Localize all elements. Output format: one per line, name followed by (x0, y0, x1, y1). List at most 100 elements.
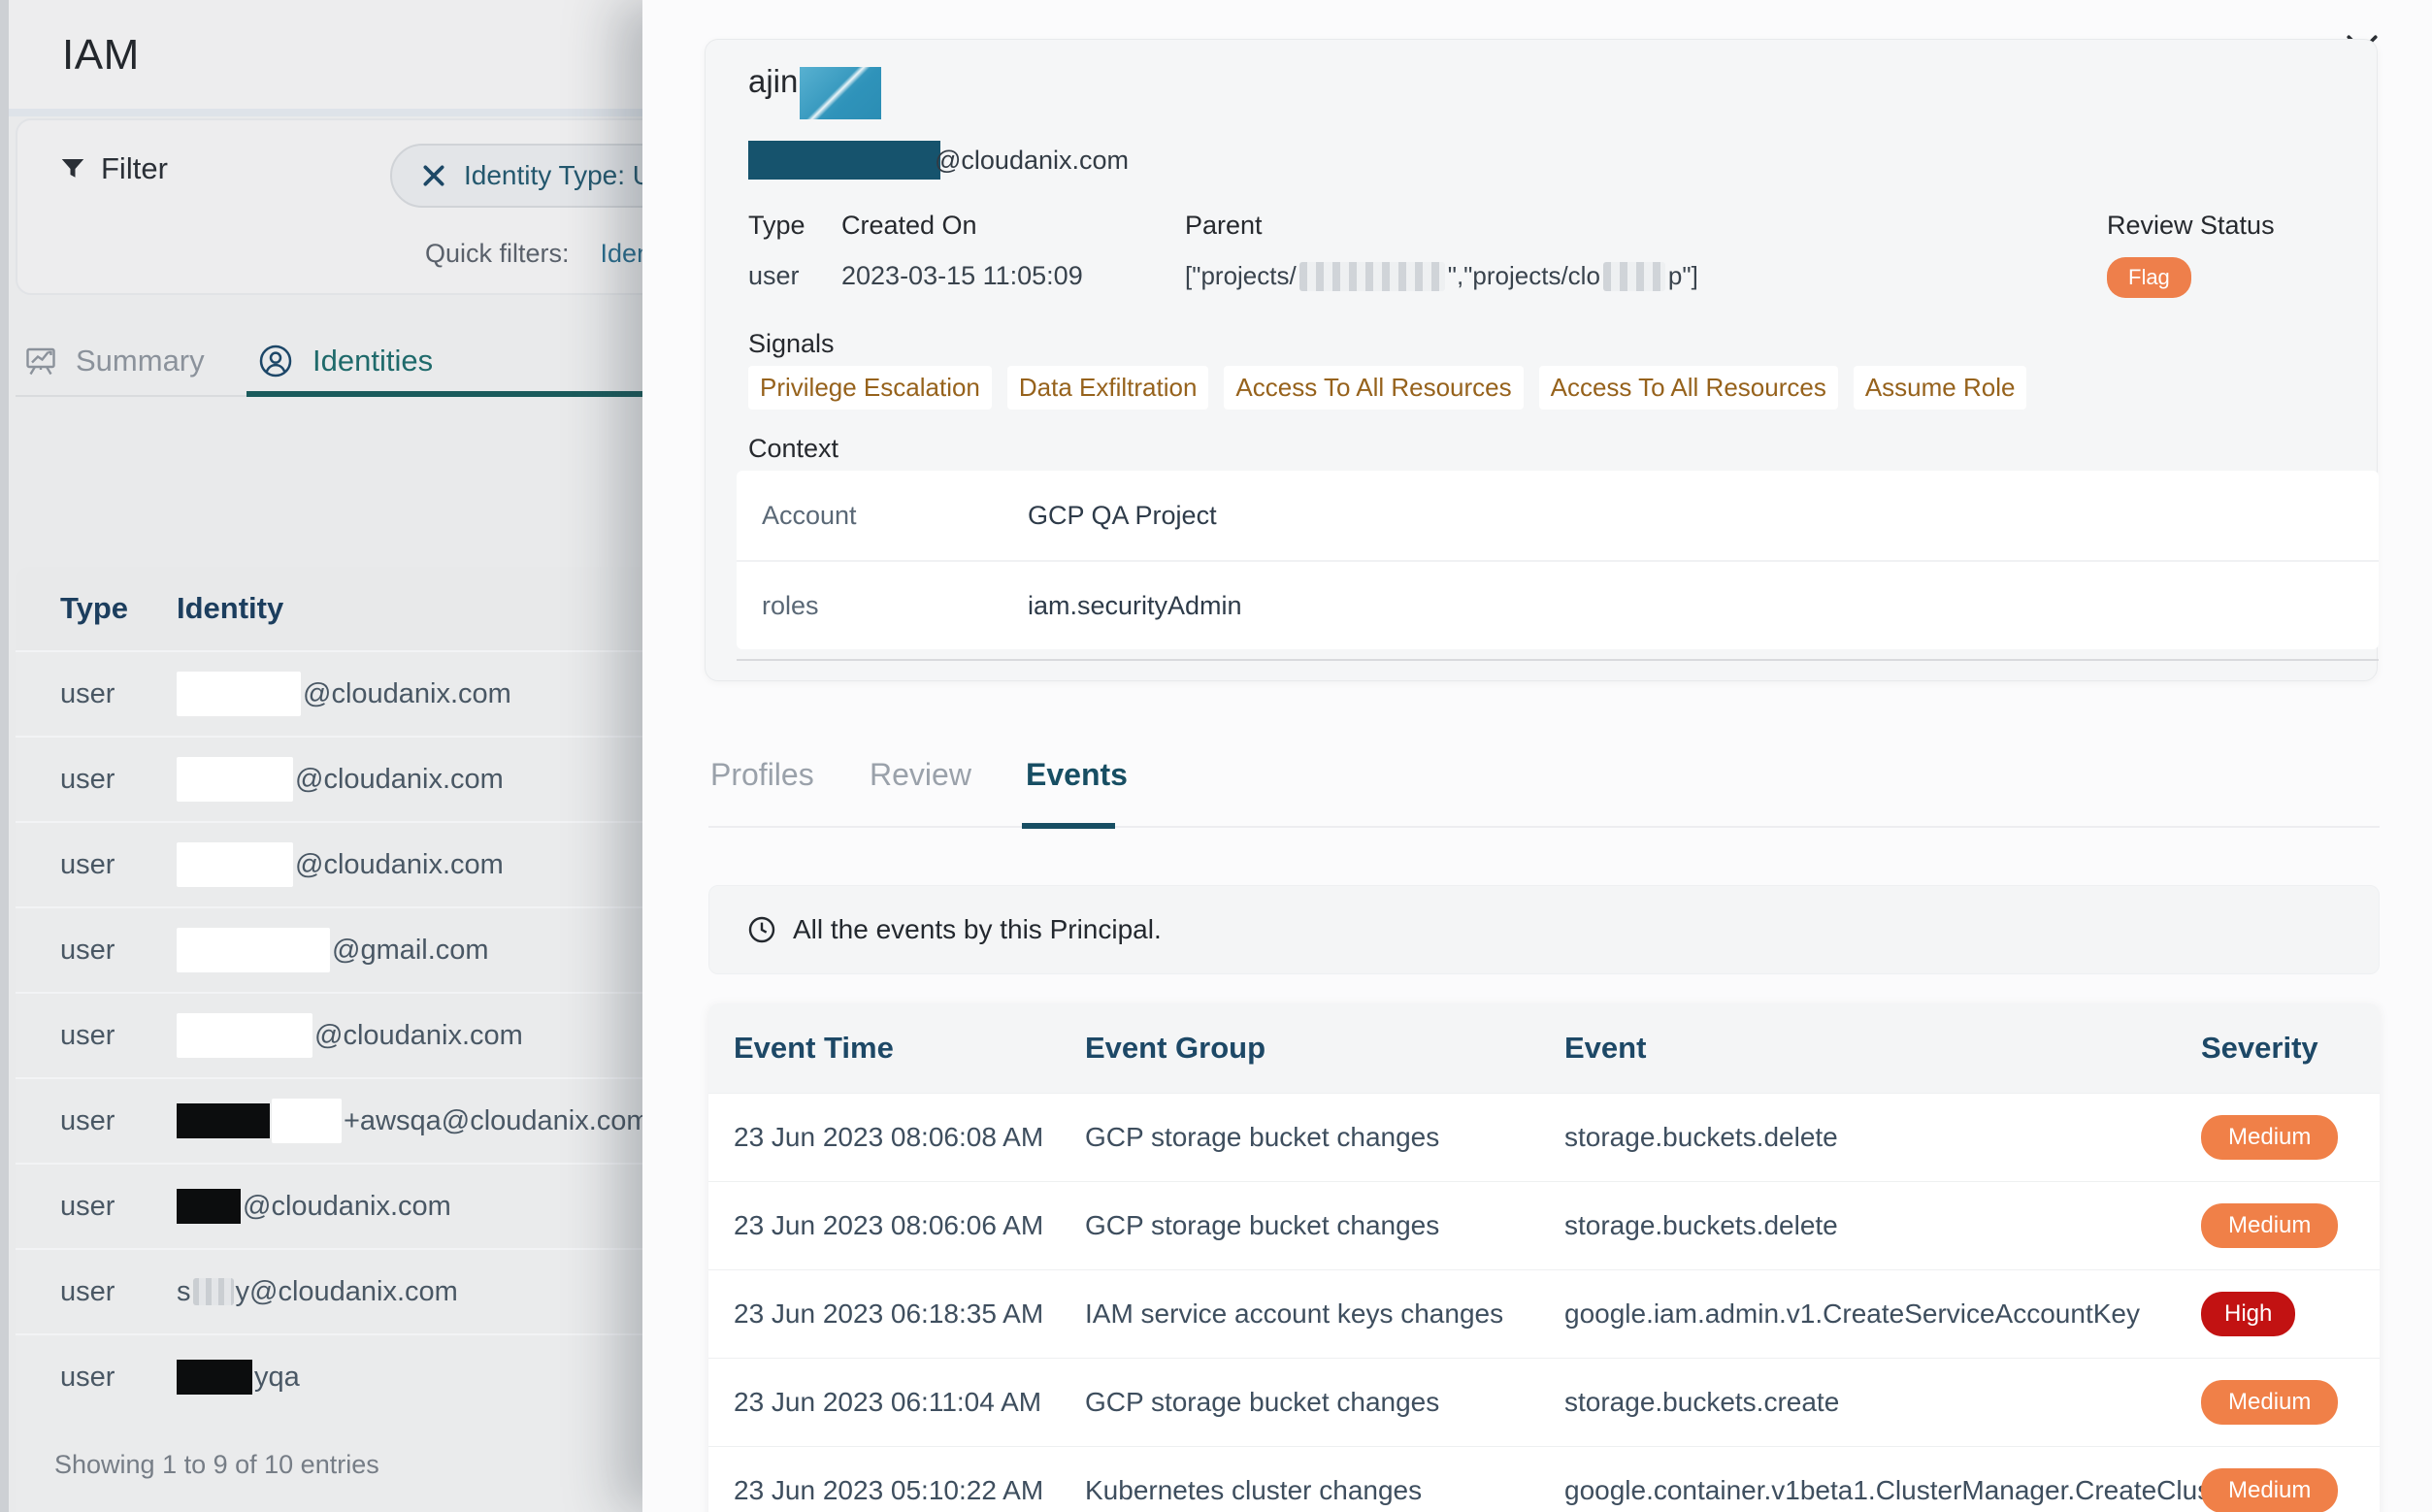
events-table-header: Event Time Event Group Event Severity (708, 1003, 2380, 1093)
type-value: user (748, 261, 800, 291)
redaction-box (177, 1103, 270, 1138)
card-divider (737, 659, 2379, 661)
row-type: user (16, 1020, 177, 1052)
signal-chip: Access To All Resources (1224, 366, 1523, 410)
drawer-tabs-divider (708, 826, 2380, 828)
row-type: user (16, 1276, 177, 1308)
filter-toggle[interactable]: Filter (58, 151, 168, 186)
event-row[interactable]: 23 Jun 2023 08:06:08 AM GCP storage buck… (708, 1093, 2380, 1181)
event-name: google.container.v1beta1.ClusterManager.… (1564, 1475, 2201, 1506)
severity-badge: High (2201, 1292, 2295, 1336)
principal-detail-card: ajin @cloudanix.com Type user Created On… (705, 39, 2378, 681)
event-name: storage.buckets.create (1564, 1387, 2201, 1418)
created-on-value: 2023-03-15 11:05:09 (841, 261, 1083, 291)
redaction-box (272, 1099, 342, 1143)
row-type: user (16, 1362, 177, 1394)
row-identity: @gmail.com (177, 928, 489, 972)
event-row[interactable]: 23 Jun 2023 06:18:35 AM IAM service acco… (708, 1269, 2380, 1358)
name-redaction-box (800, 67, 881, 119)
events-info-bar: All the events by this Principal. (708, 885, 2380, 974)
email-redaction-box (748, 141, 940, 180)
row-type: user (16, 849, 177, 881)
event-time: 23 Jun 2023 05:10:22 AM (734, 1475, 1085, 1506)
page-title: IAM (62, 31, 140, 80)
col-header-identity: Identity (177, 591, 283, 626)
signal-chip: Privilege Escalation (748, 366, 992, 410)
tab-summary-label: Summary (76, 344, 205, 378)
filter-label: Filter (101, 151, 168, 186)
context-key: Account (737, 501, 1028, 531)
row-identity: @cloudanix.com (177, 1189, 451, 1224)
row-identity: sy@cloudanix.com (177, 1276, 458, 1308)
remove-filter-icon[interactable] (421, 163, 446, 188)
filter-chip-label: Identity Type: Us (464, 160, 666, 191)
redaction-box (177, 928, 330, 972)
redaction-box (1299, 262, 1445, 291)
redaction-box (177, 757, 293, 802)
row-identity: @cloudanix.com (177, 842, 504, 887)
event-group: GCP storage bucket changes (1085, 1210, 1564, 1241)
severity-badge: Medium (2201, 1203, 2338, 1248)
event-name: storage.buckets.delete (1564, 1210, 2201, 1241)
row-type: user (16, 1191, 177, 1223)
context-key: roles (737, 591, 1028, 621)
quick-filters-label: Quick filters: (425, 239, 570, 269)
event-row[interactable]: 23 Jun 2023 05:10:22 AM Kubernetes clust… (708, 1446, 2380, 1512)
context-row: roles iam.securityAdmin (737, 560, 2379, 649)
tab-review[interactable]: Review (870, 757, 971, 793)
parent-label: Parent (1185, 211, 1263, 241)
signals-label: Signals (748, 329, 835, 359)
events-table: Event Time Event Group Event Severity 23… (708, 1003, 2380, 1512)
redaction-box (177, 672, 301, 716)
review-status-badge: Flag (2107, 257, 2191, 298)
redaction-box (177, 842, 293, 887)
row-type: user (16, 935, 177, 967)
event-row[interactable]: 23 Jun 2023 08:06:06 AM GCP storage buck… (708, 1181, 2380, 1269)
context-value: iam.securityAdmin (1028, 591, 1242, 621)
event-group: GCP storage bucket changes (1085, 1387, 1564, 1418)
created-on-label: Created On (841, 211, 977, 241)
type-label: Type (748, 211, 805, 241)
col-header-type: Type (16, 591, 177, 626)
drawer-tabs: Profiles Review Events (642, 741, 2432, 831)
tab-profiles[interactable]: Profiles (710, 757, 814, 793)
severity-badge: Medium (2201, 1380, 2338, 1425)
row-type: user (16, 678, 177, 710)
event-group: IAM service account keys changes (1085, 1298, 1564, 1330)
identity-detail-drawer: ajin @cloudanix.com Type user Created On… (642, 0, 2432, 1512)
context-card: Account GCP QA Project roles iam.securit… (737, 471, 2379, 649)
context-value: GCP QA Project (1028, 501, 1217, 531)
context-label: Context (748, 434, 838, 464)
severity-badge: Medium (2201, 1115, 2338, 1160)
row-identity: +awsqa@cloudanix.com (177, 1099, 650, 1143)
col-header-event-group: Event Group (1085, 1031, 1564, 1066)
event-time: 23 Jun 2023 08:06:06 AM (734, 1210, 1085, 1241)
col-header-event: Event (1564, 1031, 2201, 1066)
presentation-chart-icon (23, 344, 58, 378)
event-group: Kubernetes cluster changes (1085, 1475, 1564, 1506)
tab-identities[interactable]: Identities (256, 342, 433, 380)
principal-name: ajin (748, 63, 881, 119)
signals-row: Privilege Escalation Data Exfiltration A… (748, 366, 2026, 410)
drawer-active-tab-underline (1022, 823, 1115, 829)
redaction-box (193, 1278, 234, 1305)
signal-chip: Access To All Resources (1539, 366, 1838, 410)
row-type: user (16, 1105, 177, 1137)
event-row[interactable]: 23 Jun 2023 06:11:04 AM GCP storage buck… (708, 1358, 2380, 1446)
review-status-label: Review Status (2107, 211, 2275, 241)
event-name: storage.buckets.delete (1564, 1122, 2201, 1153)
row-identity: @cloudanix.com (177, 672, 511, 716)
row-identity: @cloudanix.com (177, 1013, 523, 1058)
col-header-severity: Severity (2201, 1031, 2318, 1066)
event-name: google.iam.admin.v1.CreateServiceAccount… (1564, 1298, 2201, 1330)
event-time: 23 Jun 2023 08:06:08 AM (734, 1122, 1085, 1153)
event-time: 23 Jun 2023 06:11:04 AM (734, 1387, 1085, 1418)
tab-summary[interactable]: Summary (23, 344, 205, 378)
event-group: GCP storage bucket changes (1085, 1122, 1564, 1153)
funnel-icon (58, 154, 87, 183)
event-time: 23 Jun 2023 06:18:35 AM (734, 1298, 1085, 1330)
tab-events[interactable]: Events (1026, 757, 1128, 793)
page-scrollbar[interactable] (0, 0, 9, 1512)
user-circle-icon (256, 342, 295, 380)
events-table-body: 23 Jun 2023 08:06:08 AM GCP storage buck… (708, 1093, 2380, 1512)
